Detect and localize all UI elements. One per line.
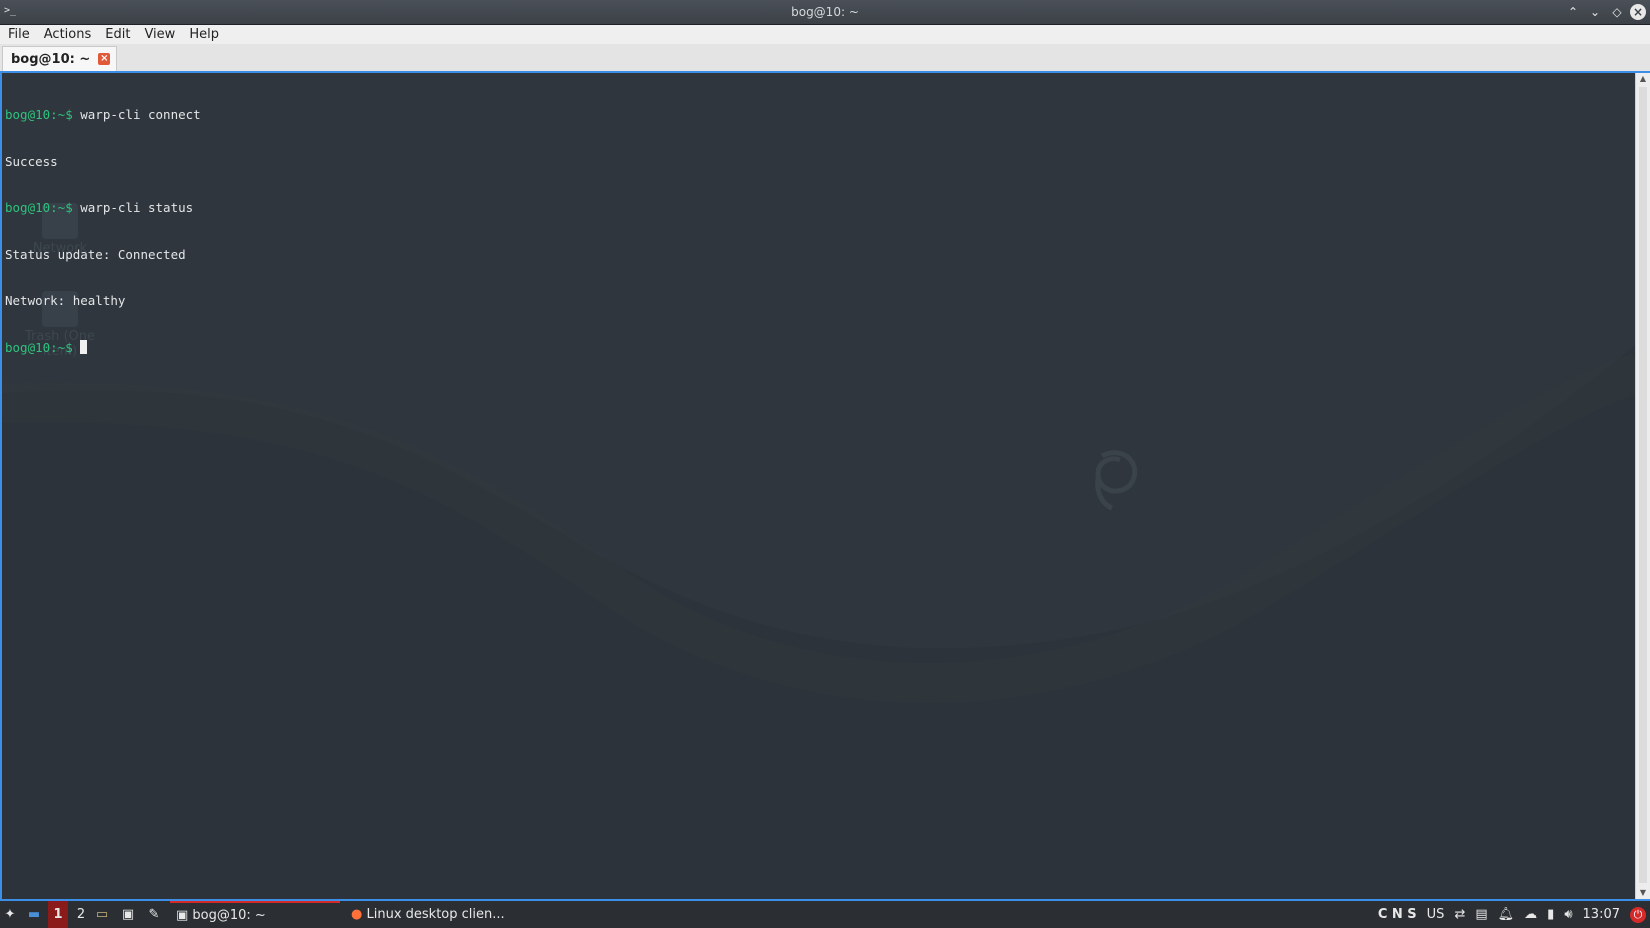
show-desktop-icon[interactable]: ▬ — [24, 901, 44, 928]
shell-prompt: bog@10:~$ — [5, 107, 73, 122]
window-title: bog@10: ~ — [791, 5, 859, 19]
terminal-scrollbar[interactable]: ▲ ▼ — [1635, 73, 1650, 899]
scroll-up-icon[interactable]: ▲ — [1636, 73, 1650, 85]
file-manager-icon[interactable]: ▭ — [92, 901, 112, 928]
clock[interactable]: 13:07 — [1583, 907, 1620, 922]
terminal-line: bog@10:~$ — [5, 339, 201, 356]
terminal-view[interactable]: Network Trash (One item) bog@10:~$ warp-… — [0, 73, 1638, 899]
text-cursor — [80, 339, 88, 354]
keep-above-icon[interactable]: ⌃ — [1564, 3, 1582, 21]
shell-prompt: bog@10:~$ — [5, 339, 73, 355]
keyboard-layout[interactable]: US — [1427, 907, 1445, 922]
taskbar-task-firefox[interactable]: ● Linux desktop clien... — [345, 901, 525, 928]
window-titlebar: >_ bog@10: ~ ⌃ ⌄ ◇ × — [0, 0, 1650, 25]
debian-swirl-icon — [1095, 450, 1138, 511]
network-icon[interactable]: ⇄ — [1454, 907, 1465, 922]
workspace-1[interactable]: 1 — [48, 901, 68, 928]
battery-icon[interactable]: ▮ — [1547, 907, 1554, 922]
minimize-icon[interactable]: ⌄ — [1586, 3, 1604, 21]
tab-bar: bog@10: ~ × — [0, 44, 1650, 72]
app-menu-icon[interactable]: ✦ — [0, 901, 20, 928]
terminal-line: Status update: Connected — [5, 246, 186, 262]
tab-terminal[interactable]: bog@10: ~ × — [2, 46, 117, 71]
terminal-output: bog@10:~$ warp-cli connect Success bog@1… — [5, 76, 201, 386]
cloud-icon[interactable]: ☁ — [1524, 907, 1537, 922]
workspace-2[interactable]: 2 — [72, 901, 90, 928]
taskbar-task-terminal[interactable]: ▣ bog@10: ~ — [170, 901, 340, 928]
maximize-icon[interactable]: ◇ — [1608, 3, 1626, 21]
terminal-line: bog@10:~$ warp-cli connect — [5, 107, 201, 122]
menu-help[interactable]: Help — [181, 25, 225, 44]
volume-icon[interactable]: 🔊︎ — [1564, 907, 1572, 922]
terminal-line: Success — [5, 153, 58, 169]
shell-prompt: bog@10:~$ — [5, 200, 73, 215]
menu-view[interactable]: View — [136, 25, 181, 44]
clipboard-icon[interactable]: ▤ — [1475, 907, 1487, 922]
scroll-down-icon[interactable]: ▼ — [1636, 887, 1650, 899]
text-editor-icon[interactable]: ✎ — [144, 901, 164, 928]
close-icon[interactable]: × — [1630, 4, 1646, 20]
terminal-line: Network: healthy — [5, 293, 126, 308]
lock-indicators: C N S — [1377, 907, 1417, 922]
debian-wallpaper — [2, 343, 1638, 899]
firefox-icon: ● — [351, 907, 367, 922]
notification-bell-icon[interactable]: 🔔︎ — [1498, 907, 1515, 922]
tab-label: bog@10: ~ — [11, 51, 91, 67]
taskbar: ✦ ▬ 1 2 ▭ ▣ ✎ ▣ bog@10: ~ ● Linux deskto… — [0, 901, 1650, 928]
menu-file[interactable]: File — [0, 25, 36, 44]
scrollbar-track[interactable] — [1639, 87, 1647, 883]
power-icon[interactable]: ⏻ — [1630, 906, 1646, 923]
menu-actions[interactable]: Actions — [36, 25, 98, 44]
system-tray: C N S US ⇄ ▤ 🔔︎ ☁ ▮ 🔊︎ 13:07 ⏻ — [1378, 901, 1650, 928]
terminal-line: bog@10:~$ warp-cli status — [5, 200, 194, 215]
terminal-icon: ▣ — [176, 908, 193, 923]
menu-edit[interactable]: Edit — [97, 25, 136, 44]
terminal-launcher-icon[interactable]: ▣ — [118, 901, 138, 928]
tab-close-icon[interactable]: × — [98, 53, 111, 65]
menubar: File Actions Edit View Help — [0, 25, 1650, 44]
